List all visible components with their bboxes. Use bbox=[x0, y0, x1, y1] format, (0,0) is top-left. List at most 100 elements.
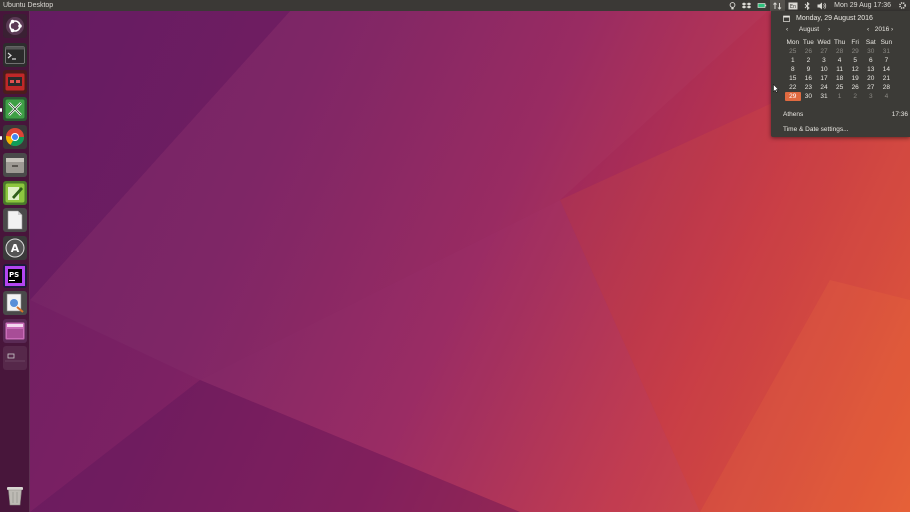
calendar-day[interactable]: 5 bbox=[847, 56, 863, 65]
calendar-day[interactable]: 27 bbox=[863, 83, 879, 92]
calendar-day[interactable]: 31 bbox=[816, 92, 832, 101]
running-indicator bbox=[0, 136, 2, 140]
calendar-day[interactable]: 25 bbox=[832, 83, 848, 92]
next-month-button[interactable]: › bbox=[828, 25, 830, 35]
clock[interactable]: Mon 29 Aug 17:36 bbox=[834, 0, 891, 11]
prev-year-button[interactable]: ‹ bbox=[867, 25, 869, 35]
calendar-day[interactable]: 10 bbox=[816, 65, 832, 74]
chrome-launcher[interactable] bbox=[3, 125, 27, 149]
trash-launcher[interactable] bbox=[3, 483, 27, 507]
bulb-icon[interactable] bbox=[729, 0, 736, 11]
calendar-day[interactable]: 25 bbox=[785, 47, 801, 56]
window-launcher[interactable] bbox=[3, 346, 27, 370]
calendar-day[interactable]: 14 bbox=[879, 65, 895, 74]
calendar-day[interactable]: 28 bbox=[832, 47, 848, 56]
weekday-header: Tue bbox=[802, 39, 814, 46]
software-updater-launcher[interactable]: A bbox=[3, 236, 27, 260]
location-time: 17:36 bbox=[891, 111, 908, 118]
calendar-day[interactable]: 13 bbox=[863, 65, 879, 74]
calendar-day[interactable]: 26 bbox=[847, 83, 863, 92]
calendar-day[interactable]: 4 bbox=[832, 56, 848, 65]
calendar-day[interactable]: 7 bbox=[879, 56, 895, 65]
keyboard-icon[interactable]: En bbox=[788, 0, 798, 11]
dropbox-icon[interactable] bbox=[742, 0, 752, 11]
top-panel: Ubuntu Desktop En Mon 29 Aug 17:36 bbox=[0, 0, 910, 11]
next-year-button[interactable]: › bbox=[891, 25, 893, 35]
text-editor-launcher[interactable] bbox=[3, 181, 27, 205]
prev-month-button[interactable]: ‹ bbox=[786, 25, 788, 35]
workspace-switcher-launcher[interactable] bbox=[3, 319, 27, 343]
indicator-area: En Mon 29 Aug 17:36 bbox=[726, 0, 910, 11]
calendar-day[interactable]: 6 bbox=[863, 56, 879, 65]
gear-icon[interactable] bbox=[898, 0, 907, 11]
calendar-day[interactable]: 20 bbox=[863, 74, 879, 83]
calendar-day[interactable]: 27 bbox=[816, 47, 832, 56]
calendar-day[interactable]: 18 bbox=[832, 74, 848, 83]
month-label: August bbox=[798, 26, 820, 33]
calendar-menu: Monday, 29 August 2016 ‹ August › ‹ 2016… bbox=[771, 11, 910, 137]
calendar-day[interactable]: 19 bbox=[847, 74, 863, 83]
weekday-header: Thu bbox=[833, 39, 846, 46]
dash-button[interactable] bbox=[3, 14, 27, 38]
year-label: 2016 bbox=[874, 26, 890, 33]
calendar-day[interactable]: 22 bbox=[785, 83, 801, 92]
calendar-day[interactable]: 2 bbox=[847, 92, 863, 101]
ubuntu-logo-icon bbox=[6, 17, 24, 35]
calendar-day-today[interactable]: 29 bbox=[785, 92, 801, 101]
phpstorm-launcher[interactable]: PS bbox=[3, 264, 27, 288]
calendar-day[interactable]: 29 bbox=[847, 47, 863, 56]
mouse-cursor-icon bbox=[773, 84, 779, 93]
weekday-header: Sat bbox=[865, 39, 876, 46]
calendar-day[interactable]: 30 bbox=[801, 92, 817, 101]
workspace-icon bbox=[5, 322, 25, 340]
svg-text:A: A bbox=[11, 242, 20, 255]
xmind-launcher[interactable] bbox=[3, 97, 27, 121]
calendar-day[interactable]: 4 bbox=[879, 92, 895, 101]
location-name: Athens bbox=[783, 111, 804, 118]
calendar-day[interactable]: 21 bbox=[879, 74, 895, 83]
calendar-day[interactable]: 31 bbox=[879, 47, 895, 56]
calendar-day[interactable]: 3 bbox=[863, 92, 879, 101]
files-icon bbox=[6, 158, 24, 173]
files-launcher[interactable] bbox=[3, 153, 27, 177]
calendar-day[interactable]: 3 bbox=[816, 56, 832, 65]
window-title: Ubuntu Desktop bbox=[3, 2, 54, 9]
screen-recorder-launcher[interactable] bbox=[3, 70, 27, 94]
image-viewer-launcher[interactable] bbox=[3, 291, 27, 315]
calendar-day[interactable]: 1 bbox=[785, 56, 801, 65]
full-date-row[interactable]: Monday, 29 August 2016 bbox=[783, 13, 873, 23]
window-icon bbox=[5, 353, 25, 362]
weekday-header: Sun bbox=[880, 39, 893, 46]
calendar-day[interactable]: 28 bbox=[879, 83, 895, 92]
calendar-day[interactable]: 1 bbox=[832, 92, 848, 101]
calendar-day[interactable]: 2 bbox=[801, 56, 817, 65]
calendar-day[interactable]: 8 bbox=[785, 65, 801, 74]
terminal-launcher[interactable] bbox=[3, 43, 27, 67]
calendar-day[interactable]: 12 bbox=[847, 65, 863, 74]
calendar-day[interactable]: 24 bbox=[816, 83, 832, 92]
battery-icon[interactable] bbox=[757, 0, 767, 11]
updater-icon: A bbox=[5, 238, 25, 258]
time-date-settings-item[interactable]: Time & Date settings... bbox=[783, 126, 849, 133]
calendar-day[interactable]: 17 bbox=[816, 74, 832, 83]
calendar-day[interactable]: 23 bbox=[801, 83, 817, 92]
calendar-day[interactable]: 15 bbox=[785, 74, 801, 83]
volume-icon[interactable] bbox=[817, 0, 827, 11]
document-icon bbox=[7, 210, 23, 230]
calendar-day[interactable]: 16 bbox=[801, 74, 817, 83]
document-launcher[interactable] bbox=[3, 208, 27, 232]
phpstorm-icon: PS bbox=[5, 266, 25, 286]
calendar-day[interactable]: 30 bbox=[863, 47, 879, 56]
calendar-day[interactable]: 26 bbox=[801, 47, 817, 56]
network-icon[interactable] bbox=[770, 0, 786, 11]
record-icon bbox=[5, 73, 25, 91]
weekday-header: Fri bbox=[851, 39, 859, 46]
image-viewer-icon bbox=[6, 293, 24, 313]
xmind-icon bbox=[5, 99, 25, 119]
full-date: Monday, 29 August 2016 bbox=[796, 14, 873, 22]
bluetooth-icon[interactable] bbox=[804, 0, 811, 11]
editor-icon bbox=[5, 183, 25, 203]
calendar-day[interactable]: 9 bbox=[801, 65, 817, 74]
location-row[interactable]: Athens 17:36 bbox=[783, 111, 908, 118]
calendar-day[interactable]: 11 bbox=[832, 65, 848, 74]
